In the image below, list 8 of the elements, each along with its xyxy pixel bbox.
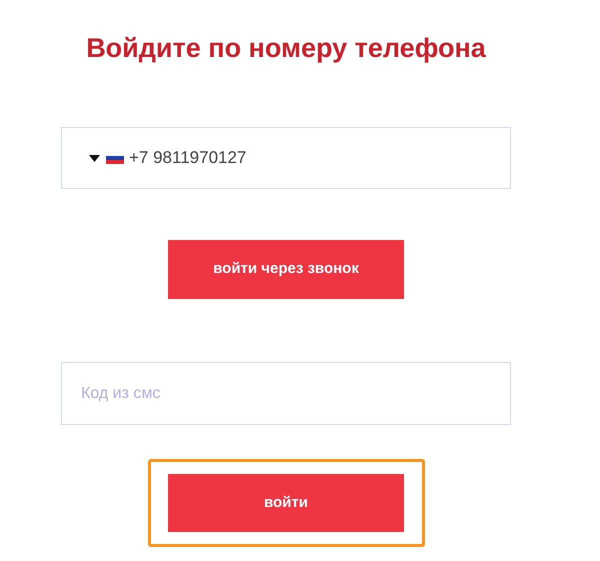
sms-code-field[interactable]: Код из смс <box>61 362 511 425</box>
dropdown-triangle-icon[interactable] <box>89 154 100 162</box>
flag-icon <box>106 152 124 164</box>
phone-field[interactable]: +7 9811970127 <box>61 127 511 189</box>
page-title: Войдите по номеру телефона <box>86 32 486 65</box>
login-button[interactable]: войти <box>168 474 404 532</box>
phone-input[interactable]: +7 9811970127 <box>129 145 429 171</box>
call-login-button[interactable]: войти через звонок <box>168 240 404 299</box>
